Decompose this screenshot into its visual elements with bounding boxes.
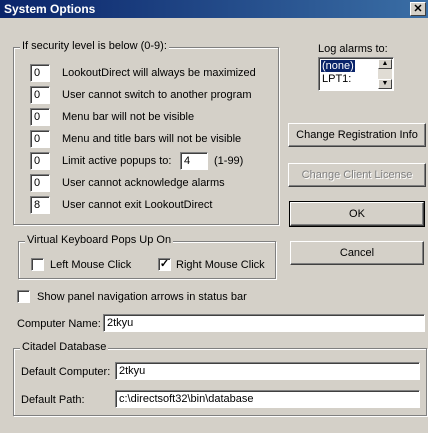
- title-bar: System Options ✕: [0, 0, 428, 18]
- label-switch-program: User cannot switch to another program: [62, 89, 252, 101]
- computer-name-label: Computer Name:: [17, 318, 101, 330]
- change-client-license-label: Change Client License: [301, 169, 413, 181]
- scroll-down-icon[interactable]: ▼: [378, 79, 392, 89]
- default-path-input[interactable]: c:\directsoft32\bin\database: [115, 390, 420, 408]
- left-mouse-click-checkbox[interactable]: [31, 258, 44, 271]
- right-mouse-click-label: Right Mouse Click: [176, 259, 265, 271]
- label-acknowledge-alarms: User cannot acknowledge alarms: [62, 177, 225, 189]
- security-level-maximized[interactable]: 0: [30, 64, 50, 82]
- security-level-exit[interactable]: 8: [30, 196, 50, 214]
- change-registration-button[interactable]: Change Registration Info: [288, 123, 426, 147]
- label-menu-bar: Menu bar will not be visible: [62, 111, 195, 123]
- label-title-bars: Menu and title bars will not be visible: [62, 133, 242, 145]
- system-options-dialog: System Options ✕ If security level is be…: [0, 0, 428, 433]
- default-computer-label: Default Computer:: [21, 366, 111, 378]
- nav-arrows-checkbox[interactable]: [17, 290, 30, 303]
- list-item[interactable]: (none): [320, 59, 356, 73]
- label-limit-popups: Limit active popups to:: [62, 155, 172, 167]
- security-level-title-bars[interactable]: 0: [30, 130, 50, 148]
- listbox-scrollbar[interactable]: ▲ ▼: [378, 59, 392, 89]
- cancel-button[interactable]: Cancel: [290, 241, 424, 265]
- security-level-switch-program[interactable]: 0: [30, 86, 50, 104]
- default-path-label: Default Path:: [21, 394, 85, 406]
- scroll-up-icon[interactable]: ▲: [378, 59, 392, 69]
- popups-limit-input[interactable]: 4: [180, 152, 208, 170]
- log-alarms-listbox[interactable]: (none) LPT1: ▲ ▼: [318, 57, 394, 91]
- label-maximized: LookoutDirect will always be maximized: [62, 67, 256, 79]
- nav-arrows-label: Show panel navigation arrows in status b…: [37, 291, 247, 303]
- change-client-license-button[interactable]: Change Client License: [288, 163, 426, 187]
- default-computer-input[interactable]: 2tkyu: [115, 362, 420, 380]
- security-level-acknowledge[interactable]: 0: [30, 174, 50, 192]
- popups-range-label: (1-99): [214, 155, 244, 167]
- list-item[interactable]: LPT1:: [321, 73, 352, 85]
- window-title: System Options: [4, 2, 96, 16]
- security-level-menu-bar[interactable]: 0: [30, 108, 50, 126]
- close-icon[interactable]: ✕: [410, 2, 426, 16]
- ok-label: OK: [349, 208, 365, 220]
- computer-name-input[interactable]: 2tkyu: [103, 314, 425, 332]
- right-mouse-click-checkbox[interactable]: ✓: [158, 258, 171, 271]
- label-cannot-exit: User cannot exit LookoutDirect: [62, 199, 213, 211]
- log-alarms-label: Log alarms to:: [318, 43, 388, 55]
- ok-button[interactable]: OK: [289, 201, 425, 227]
- cancel-label: Cancel: [339, 247, 375, 259]
- security-level-popups[interactable]: 0: [30, 152, 50, 170]
- change-registration-label: Change Registration Info: [296, 129, 418, 141]
- virtual-keyboard-legend: Virtual Keyboard Pops Up On: [25, 234, 174, 246]
- security-group-legend: If security level is below (0-9):: [20, 40, 169, 52]
- left-mouse-click-label: Left Mouse Click: [50, 259, 132, 271]
- citadel-database-legend: Citadel Database: [20, 341, 109, 353]
